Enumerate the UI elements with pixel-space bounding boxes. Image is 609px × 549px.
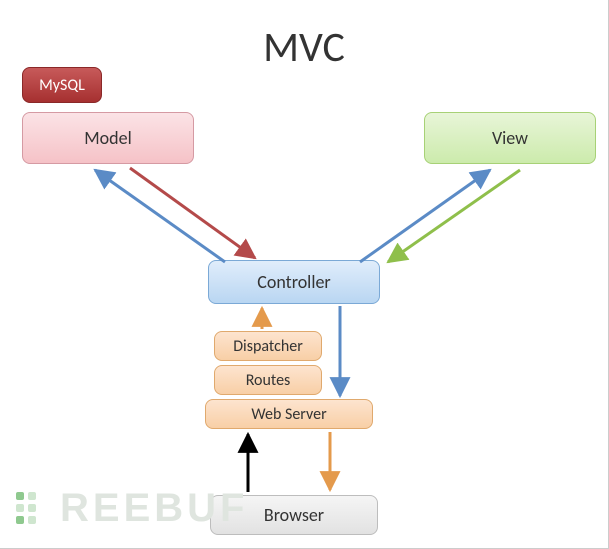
node-view: View bbox=[424, 112, 596, 164]
arrow-model-to-controller bbox=[130, 168, 255, 258]
node-routes: Routes bbox=[214, 365, 322, 395]
arrow-controller-to-model bbox=[95, 170, 225, 262]
node-model: Model bbox=[22, 112, 194, 164]
diagram-title: MVC bbox=[263, 22, 345, 73]
node-mysql: MySQL bbox=[22, 67, 102, 103]
arrow-controller-to-view bbox=[360, 170, 490, 262]
node-webserver: Web Server bbox=[205, 399, 373, 429]
arrow-view-to-controller bbox=[388, 170, 520, 262]
node-dispatcher: Dispatcher bbox=[214, 331, 322, 361]
watermark-logo-icon bbox=[16, 492, 50, 526]
watermark: REEBUF bbox=[16, 486, 248, 531]
node-controller: Controller bbox=[208, 260, 380, 304]
watermark-text: REEBUF bbox=[60, 486, 248, 531]
